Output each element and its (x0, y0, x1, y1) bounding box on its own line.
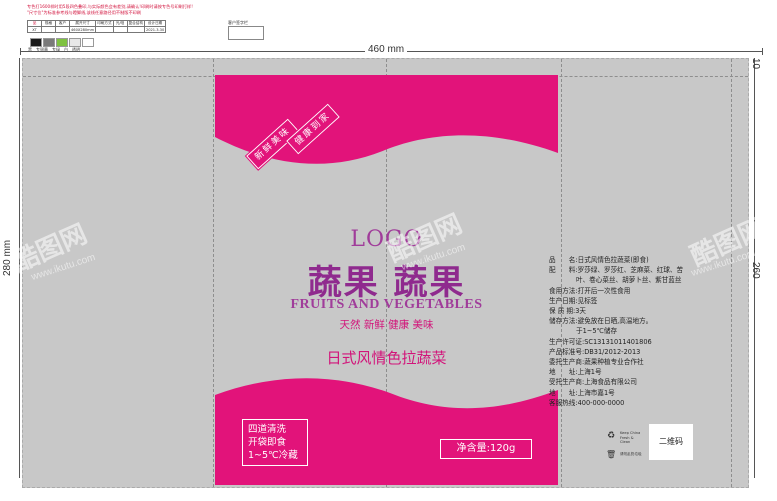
feature-box: 四道清洗 开袋即食 1~5℃冷藏 (242, 419, 308, 466)
info-row: 地 址:上海市嘉1号 (549, 388, 615, 397)
swatch-black (30, 38, 42, 47)
product-info-block: 品 名:日式风情色拉蔬菜(即食) 配 料:罗莎绿、罗莎红、芝麻菜、红球、苦 叶、… (549, 255, 749, 408)
info-row: 于1~5℃储存 (576, 327, 618, 336)
spec-cell (95, 26, 114, 33)
swatch-label: 白 (64, 47, 68, 52)
spec-cell: XT (27, 26, 42, 33)
info-row: 地 址:上海1号 (549, 368, 602, 377)
info-row: 委托生产商:蔬果种植专业合作社 (549, 358, 644, 367)
info-row: 客服热线:400-000-0000 (549, 398, 625, 407)
spec-note-2: "尺寸位"为标准参考线与蹬脚线,该线任意路径用不制版不印刷 (27, 10, 142, 15)
width-dimension-label: 460 mm (365, 44, 408, 55)
swatch-labels: 黑 专银墨 专绿 白 透明 (28, 47, 80, 53)
swatch-green (56, 38, 68, 47)
spec-cell (55, 26, 70, 33)
swatch-label: 黑 (28, 47, 32, 52)
spec-cell (41, 26, 56, 33)
brand-name-english: FRUITS AND VEGETABLES (290, 297, 483, 312)
swatch-label: 专银墨 (36, 47, 48, 52)
top-margin-dimension-label: 10 (750, 58, 761, 70)
feature-item: 四道清洗 (248, 424, 287, 435)
inner-height-dimension-label: 260 (750, 262, 761, 279)
feature-item: 1~5℃冷藏 (248, 450, 298, 461)
slogan: 天然 新鲜 健康 美味 (339, 319, 434, 331)
qr-code-placeholder: 二维码 (649, 424, 693, 460)
spec-cell: 2021.3.30 (143, 26, 167, 33)
info-row: 叶、卷心菜丝、胡萝卜丝、紫甘蓝丝 (576, 276, 682, 285)
swatch-silver (43, 38, 55, 47)
product-name: 日式风情色拉蔬菜 (326, 349, 447, 367)
color-swatches (30, 38, 94, 47)
spec-cell (126, 26, 145, 33)
feature-item: 开袋即食 (248, 437, 287, 448)
no-littering-text: 请勿乱扔垃圾 (620, 452, 642, 456)
spec-cell (112, 26, 128, 33)
info-row: 食用方法:打开后一次性食用 (549, 286, 631, 295)
spec-table: 品 规格 客户 展开尺寸 印刷方式 光/哑 复合结构 设计日期 XT 460X2… (27, 20, 167, 33)
recycle-text: Keep China Fresh & Clean (620, 431, 641, 444)
net-weight: 净含量:120g (440, 439, 532, 459)
info-row: 生产日期:见标签 (549, 296, 598, 305)
info-row: 产品标准号:DB31/2012-2013 (549, 347, 641, 356)
info-row: 受托生产商:上海食品有限公司 (549, 378, 637, 387)
swatch-label: 透明 (72, 47, 80, 52)
trash-bin-icon: 🗑 (606, 450, 617, 459)
signature-box[interactable] (228, 26, 264, 40)
spec-cell: 印刷方式 (95, 20, 114, 27)
spec-notes: 专色打1600样时用5段四色叠印,与实际颜色会有差别,请确认!印刷时请按专色号印… (27, 4, 227, 16)
info-row: 生产许可证:SC13131011401806 (549, 337, 652, 346)
front-panel: 新鲜美味 健康到家 LOGO 蔬果 蔬果 FRUITS AND VEGETABL… (215, 75, 558, 485)
side-crease-left (213, 59, 214, 487)
spec-cell: 460X280mm (68, 26, 97, 33)
info-row: 储存方法:避免放在日晒,高温地方。 (549, 317, 653, 326)
recycle-icon: ♻ (606, 431, 616, 441)
swatch-white (69, 38, 81, 47)
swatch-clear (82, 38, 94, 47)
swatch-label: 专绿 (52, 47, 60, 52)
spec-cell: 复合结构 (126, 20, 145, 27)
info-row: 保 质 期:3天 (549, 307, 586, 316)
